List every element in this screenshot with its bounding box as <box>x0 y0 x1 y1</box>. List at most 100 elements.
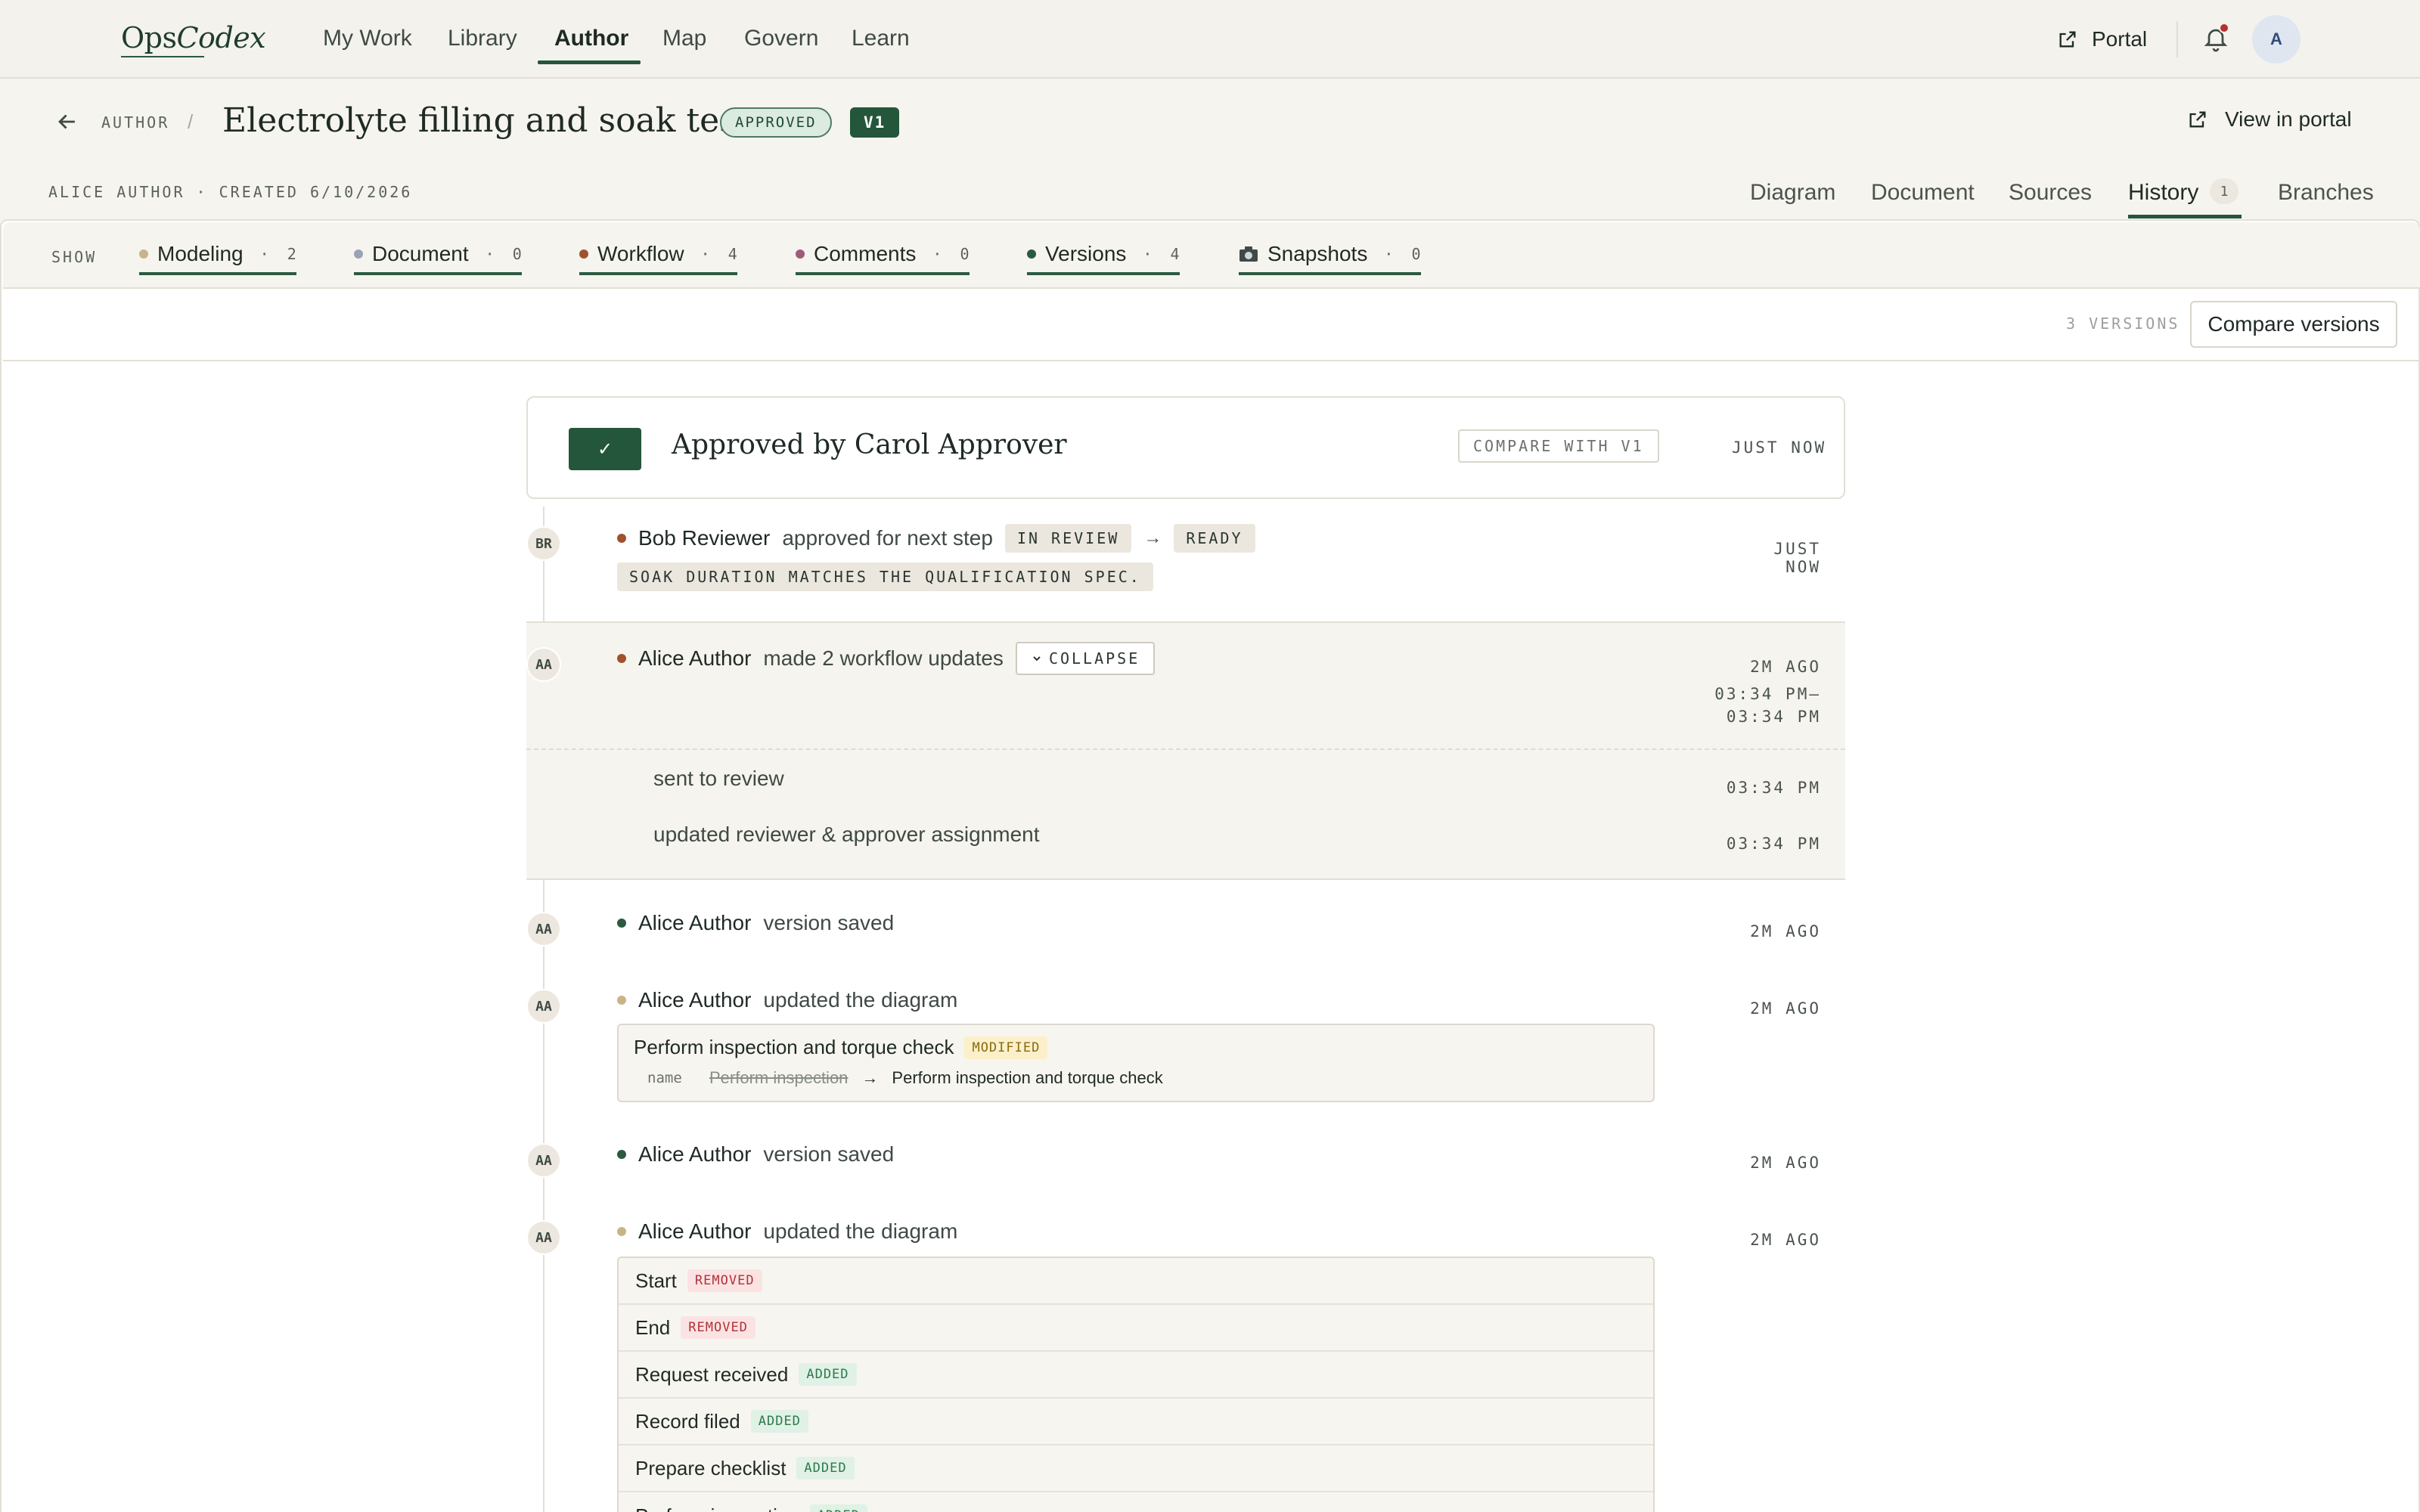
tab-document[interactable]: Document <box>1871 180 1975 206</box>
user-avatar[interactable]: A <box>2252 15 2301 64</box>
breadcrumb-separator: / <box>188 110 194 133</box>
diff-field-change: name Perform inspection → Perform inspec… <box>634 1068 1653 1088</box>
event-actor[interactable]: Alice Author <box>638 1142 751 1167</box>
modeling-dot <box>617 1227 626 1236</box>
portal-label: Portal <box>2092 27 2148 51</box>
external-link-icon <box>2059 31 2076 48</box>
nav-item-author[interactable]: Author <box>554 26 628 51</box>
change-arrow: → <box>861 1068 879 1087</box>
tab-branches[interactable]: Branches <box>2278 180 2374 206</box>
chip-label: Comments <box>814 242 917 265</box>
diff-box: Start REMOVED End REMOVED Request receiv… <box>617 1256 1655 1512</box>
approved-event-card: ✓ Approved by Carol Approver COMPARE WIT… <box>526 396 1845 499</box>
workflow-dot <box>617 654 626 663</box>
chip-count: · 0 <box>1384 245 1421 263</box>
sub-event-time: 03:34 PM <box>1726 779 1821 797</box>
tab-history[interactable]: History <box>2128 180 2198 206</box>
nav-divider <box>2176 21 2178 57</box>
added-tag: ADDED <box>796 1457 855 1479</box>
sub-event-time: 03:34 PM <box>1726 835 1821 853</box>
avatar: AA <box>526 989 561 1024</box>
compare-versions-button[interactable]: Compare versions <box>2190 301 2397 348</box>
status-arrow: → <box>1143 528 1162 548</box>
avatar: AA <box>526 647 561 682</box>
nav-item-my-work[interactable]: My Work <box>323 26 412 51</box>
review-event: Bob Reviewer approved for next step IN R… <box>617 522 1255 555</box>
event-actor[interactable]: Bob Reviewer <box>638 526 770 550</box>
chip-label: Modeling <box>157 242 244 265</box>
version-saved-event: Alice Author version saved <box>617 907 894 939</box>
old-value: Perform inspection <box>709 1068 849 1087</box>
filter-chip-comments[interactable]: Comments · 0 <box>796 237 970 275</box>
added-tag: ADDED <box>750 1410 808 1433</box>
chip-label: Workflow <box>597 242 684 265</box>
event-action: updated the diagram <box>763 1219 958 1243</box>
tab-diagram[interactable]: Diagram <box>1750 180 1835 206</box>
workflow-group-event: Alice Author made 2 workflow updates COL… <box>617 641 1156 676</box>
node-name: Perform inspection and torque check <box>634 1036 954 1058</box>
modeling-dot <box>139 249 148 259</box>
event-action: made 2 workflow updates <box>763 646 1004 670</box>
nav-active-indicator <box>538 60 641 64</box>
versions-count: 3 VERSIONS <box>2066 314 2180 333</box>
compare-with-v1-button[interactable]: COMPARE WITH V1 <box>1458 429 1659 463</box>
filter-chip-workflow[interactable]: Workflow · 4 <box>579 237 737 275</box>
portal-button[interactable]: Portal <box>2057 23 2147 56</box>
status-to: READY <box>1174 524 1255 553</box>
event-time: 2M AGO <box>1750 1231 1821 1249</box>
diagram-update-event: Alice Author updated the diagram <box>617 984 957 1016</box>
top-nav: OpsCodex My Work Library Author Map Gove… <box>0 0 2420 79</box>
view-in-portal-label: View in portal <box>2225 107 2352 131</box>
group-divider <box>526 748 1845 750</box>
diff-row: End REMOVED <box>619 1305 1653 1352</box>
view-in-portal-button[interactable]: View in portal <box>2187 107 2352 132</box>
app-logo[interactable]: OpsCodex <box>121 21 266 54</box>
camera-icon <box>1239 246 1258 262</box>
event-actor[interactable]: Alice Author <box>638 646 751 671</box>
tab-active-indicator <box>2128 215 2242 218</box>
sub-event: updated reviewer & approver assignment <box>653 823 1040 846</box>
nav-item-library[interactable]: Library <box>448 26 517 51</box>
added-tag: ADDED <box>799 1363 857 1386</box>
version-dot <box>617 919 626 928</box>
breadcrumb[interactable]: AUTHOR <box>101 113 169 132</box>
avatar: AA <box>526 1143 561 1178</box>
chip-count: · 4 <box>700 245 737 263</box>
comments-dot <box>796 249 805 259</box>
nav-item-map[interactable]: Map <box>662 26 706 51</box>
event-action: approved for next step <box>782 526 993 550</box>
filter-chip-document[interactable]: Document · 0 <box>354 237 522 275</box>
node-name: Start <box>635 1269 677 1292</box>
collapse-button[interactable]: COLLAPSE <box>1015 642 1156 675</box>
nav-item-learn[interactable]: Learn <box>852 26 910 51</box>
chip-count: · 0 <box>932 245 970 263</box>
node-name: End <box>635 1315 671 1339</box>
filter-chip-modeling[interactable]: Modeling · 2 <box>139 237 296 275</box>
versions-dot <box>1027 249 1036 259</box>
tab-sources[interactable]: Sources <box>2009 180 2092 206</box>
chip-count: · 0 <box>485 245 522 263</box>
check-icon: ✓ <box>569 428 641 470</box>
field-name: name <box>647 1070 682 1086</box>
filter-chip-snapshots[interactable]: Snapshots · 0 <box>1239 237 1421 275</box>
diff-node: Perform inspection and torque check MODI… <box>634 1036 1653 1059</box>
back-arrow-icon[interactable] <box>54 109 80 135</box>
new-value: Perform inspection and torque check <box>892 1068 1163 1087</box>
filter-bar: SHOW Modeling · 2 Document · 0 Workflow … <box>3 222 2420 289</box>
event-time-range-start: 03:34 PM– <box>1714 685 1821 703</box>
show-label: SHOW <box>51 248 98 266</box>
nav-item-govern[interactable]: Govern <box>744 26 818 51</box>
event-action: updated the diagram <box>763 988 958 1012</box>
event-actor[interactable]: Alice Author <box>638 1219 751 1244</box>
status-badge: APPROVED <box>720 107 832 138</box>
version-badge: V1 <box>850 107 900 138</box>
node-name: Record filed <box>635 1409 740 1433</box>
event-time: JUST NOW <box>1732 438 1827 457</box>
event-actor[interactable]: Alice Author <box>638 911 751 935</box>
event-action: version saved <box>763 1142 895 1166</box>
filter-chip-versions[interactable]: Versions · 4 <box>1027 237 1180 275</box>
event-actor[interactable]: Alice Author <box>638 988 751 1012</box>
avatar: AA <box>526 912 561 947</box>
approved-title: Approved by Carol Approver <box>672 429 1067 460</box>
event-time-range-end: 03:34 PM <box>1726 708 1821 726</box>
